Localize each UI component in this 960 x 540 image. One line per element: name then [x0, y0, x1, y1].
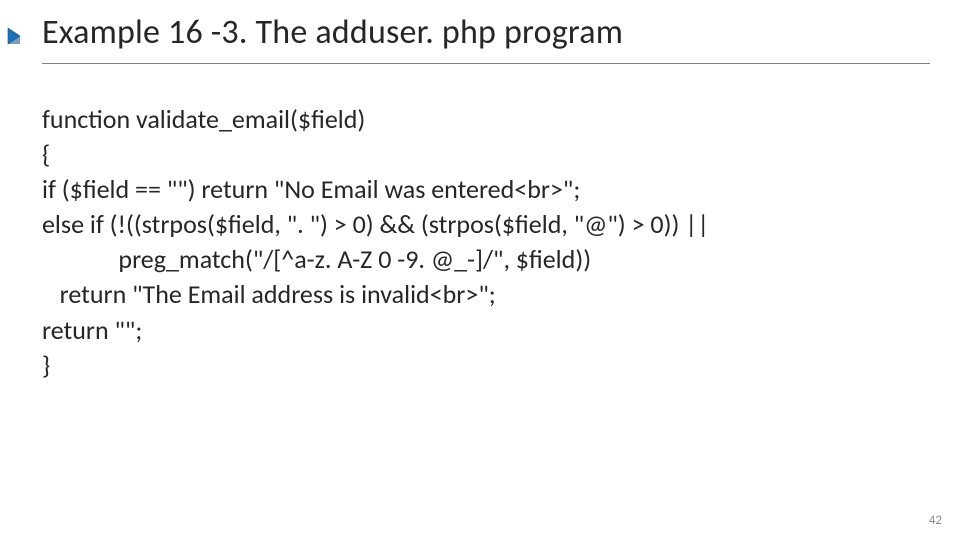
title-block: Example 16 -3. The adduser. php program: [42, 12, 930, 64]
code-line: return "";: [42, 314, 142, 346]
code-line: preg_match("/[^a-z. A-Z 0 -9. @_-]/", $f…: [42, 243, 591, 275]
code-line: return "The Email address is invalid<br>…: [42, 278, 496, 310]
code-line: else if (!((strpos($field, ". ") > 0) &&…: [42, 208, 709, 240]
code-line: }: [42, 349, 50, 381]
slide: Example 16 -3. The adduser. php program …: [0, 0, 960, 540]
page-number: 42: [929, 513, 942, 528]
code-body: function validate_email($field) { if ($f…: [42, 102, 920, 383]
code-line: if ($field == "") return "No Email was e…: [42, 173, 580, 205]
slide-title: Example 16 -3. The adduser. php program: [42, 12, 930, 53]
bullet-arrow-icon: [6, 22, 34, 50]
code-line: function validate_email($field): [42, 103, 365, 135]
code-line: {: [42, 138, 50, 170]
title-underline: [42, 63, 930, 64]
